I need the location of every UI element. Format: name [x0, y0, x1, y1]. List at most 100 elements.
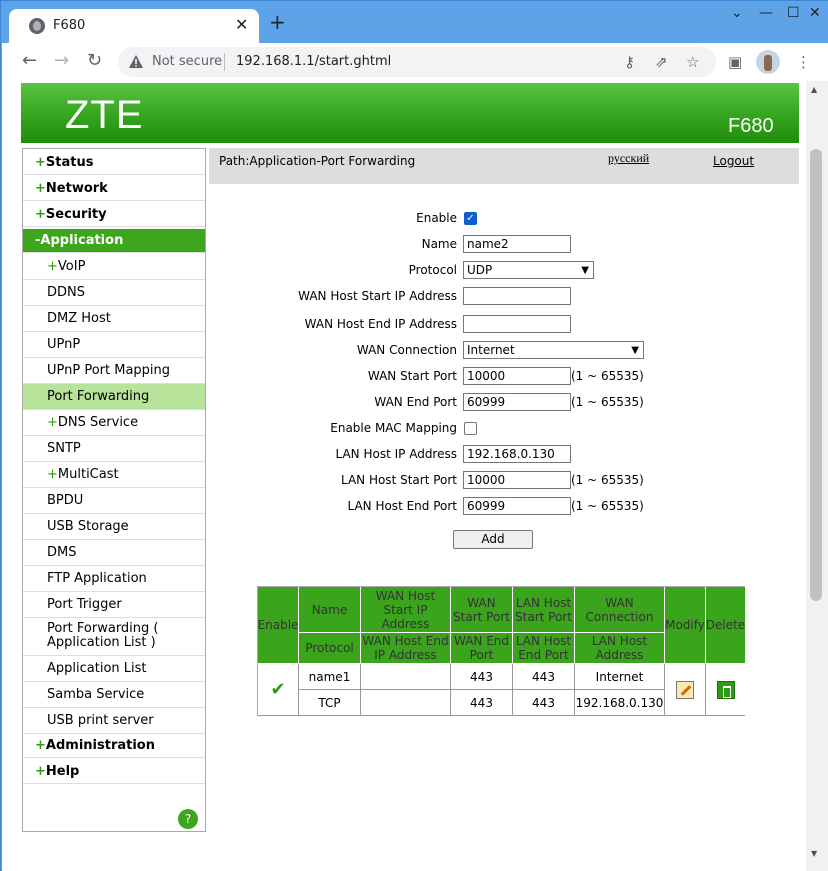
sidebar-subitem-dns-service[interactable]: +DNS Service: [23, 410, 205, 436]
sidebar-item-label: Port Trigger: [47, 597, 122, 612]
sidebar-subitem-upnp-port-mapping[interactable]: UPnP Port Mapping: [23, 358, 205, 384]
wan-start-port-input[interactable]: 10000: [463, 367, 571, 385]
wan-end-port-range: (1 ~ 65535): [571, 395, 644, 409]
sidebar-subitem-ddns[interactable]: DDNS: [23, 280, 205, 306]
wan-start-ip-input[interactable]: [463, 287, 571, 305]
mac-mapping-checkbox[interactable]: [464, 422, 477, 435]
minimize-icon[interactable]: —: [759, 5, 773, 21]
sidebar-item-label: Samba Service: [47, 687, 145, 702]
header-lan-address: LAN Host Address: [575, 633, 665, 664]
trash-icon[interactable]: [716, 680, 735, 699]
sidebar-item-security[interactable]: +Security: [23, 203, 205, 227]
window-close-icon[interactable]: ✕: [809, 5, 821, 21]
sidebar-subitem-usb-print-server[interactable]: USB print server: [23, 708, 205, 734]
row-wan-end-ip-cell: [361, 690, 451, 716]
help-icon[interactable]: ?: [178, 809, 198, 829]
sidebar-subitem-bpdu[interactable]: BPDU: [23, 488, 205, 514]
header-wan-end-port: WAN End Port: [451, 633, 513, 664]
sidebar-item-application[interactable]: -Application: [23, 229, 205, 253]
header-protocol: Protocol: [299, 633, 361, 664]
chevron-down-icon: ▼: [581, 265, 589, 276]
security-label[interactable]: Not secure: [152, 54, 222, 69]
menu-icon[interactable]: ⋮: [796, 53, 811, 71]
zte-banner: ZTE F680: [21, 83, 799, 143]
back-icon[interactable]: ←: [22, 51, 37, 71]
wan-end-ip-input[interactable]: [463, 315, 571, 333]
maximize-icon[interactable]: ☐: [787, 5, 800, 21]
sidebar-subitem-dmz-host[interactable]: DMZ Host: [23, 306, 205, 332]
sidebar-item-help[interactable]: +Help: [23, 760, 205, 784]
sidebar-subitem-usb-storage[interactable]: USB Storage: [23, 514, 205, 540]
new-tab-icon[interactable]: +: [269, 12, 286, 32]
lan-end-port-input[interactable]: 60999: [463, 497, 571, 515]
chevron-down-icon[interactable]: ⌄: [731, 5, 743, 21]
wan-connection-selected: Internet: [467, 343, 515, 357]
sidebar-icon[interactable]: ▣: [728, 53, 742, 71]
sidebar-item-label: DMS: [47, 545, 77, 560]
add-button[interactable]: Add: [453, 530, 533, 549]
browser-tab[interactable]: F680 ✕: [9, 9, 259, 43]
page-scrollbar[interactable]: ▲ ▼: [806, 81, 828, 871]
scrollbar-thumb[interactable]: [810, 149, 822, 601]
sidebar-item-label: FTP Application: [47, 571, 147, 586]
sidebar-subitem-upnp[interactable]: UPnP: [23, 332, 205, 358]
sidebar-item-label: UPnP: [47, 337, 81, 352]
sidebar-subitem-multicast[interactable]: +MultiCast: [23, 462, 205, 488]
sidebar-subitem-port-forwarding-app-list[interactable]: Port Forwarding ( Application List ): [23, 618, 205, 656]
sidebar-subitem-port-trigger[interactable]: Port Trigger: [23, 592, 205, 618]
sidebar-subitem-application-list[interactable]: Application List: [23, 656, 205, 682]
wan-end-ip-label: WAN Host End IP Address: [304, 317, 457, 331]
url-text[interactable]: 192.168.1.1/start.ghtml: [236, 54, 391, 69]
share-icon[interactable]: ⇗: [655, 53, 668, 71]
sidebar-subitem-sntp[interactable]: SNTP: [23, 436, 205, 462]
check-icon: ✔: [270, 679, 286, 700]
reload-icon[interactable]: ↻: [87, 51, 102, 71]
browser-toolbar: ← → ↻ Not secure 192.168.1.1/start.ghtml…: [2, 43, 828, 81]
enable-checkbox[interactable]: ✓: [464, 212, 477, 225]
expand-icon: +: [47, 415, 58, 430]
logout-link[interactable]: Logout: [713, 154, 754, 168]
wan-start-ip-label: WAN Host Start IP Address: [298, 289, 457, 303]
edit-icon[interactable]: [676, 680, 694, 699]
forward-icon[interactable]: →: [54, 51, 69, 71]
header-wan-end-ip: WAN Host End IP Address: [361, 633, 451, 664]
wan-connection-select[interactable]: Internet ▼: [463, 341, 644, 359]
wan-end-port-input[interactable]: 60999: [463, 393, 571, 411]
star-icon[interactable]: ☆: [686, 53, 699, 71]
sidebar-item-administration[interactable]: +Administration: [23, 734, 205, 758]
close-icon[interactable]: ✕: [235, 15, 248, 34]
header-wan-connection: WAN Connection: [575, 587, 665, 633]
sidebar-subitem-dms[interactable]: DMS: [23, 540, 205, 566]
address-bar[interactable]: Not secure 192.168.1.1/start.ghtml ⚷ ⇗ ☆: [118, 47, 716, 77]
lan-ip-input[interactable]: 192.168.0.130: [463, 445, 571, 463]
name-input[interactable]: name2: [463, 235, 571, 253]
row-name-cell: name1: [299, 664, 361, 690]
sidebar-subitem-voip[interactable]: +VoIP: [23, 254, 205, 280]
warning-icon[interactable]: [128, 54, 144, 69]
expand-icon: +: [47, 259, 58, 274]
sidebar-item-label: VoIP: [57, 259, 86, 274]
sidebar-item-network[interactable]: +Network: [23, 177, 205, 201]
sidebar-subitem-samba-service[interactable]: Samba Service: [23, 682, 205, 708]
lan-start-port-input[interactable]: 10000: [463, 471, 571, 489]
sidebar-item-label: Status: [45, 155, 94, 170]
scroll-down-icon[interactable]: ▼: [811, 849, 817, 858]
profile-avatar[interactable]: [756, 50, 780, 74]
sidebar-item-label: DNS Service: [57, 415, 139, 430]
sidebar-subitem-ftp-application[interactable]: FTP Application: [23, 566, 205, 592]
expand-icon: +: [35, 738, 46, 753]
language-link[interactable]: русский: [608, 151, 649, 166]
protocol-label: Protocol: [408, 263, 457, 277]
expand-icon: +: [35, 207, 46, 222]
header-modify: Modify: [665, 587, 706, 664]
sidebar-item-label: Application List: [47, 661, 147, 676]
sidebar-item-status[interactable]: +Status: [23, 151, 205, 175]
header-wan-start-ip: WAN Host Start IP Address: [361, 587, 451, 633]
row-wan-end-port-cell: 443: [451, 690, 513, 716]
key-icon[interactable]: ⚷: [624, 53, 635, 71]
browser-window: F680 ✕ + ⌄ — ☐ ✕ ← → ↻ Not secure 192.16…: [0, 0, 828, 871]
protocol-select[interactable]: UDP ▼: [463, 261, 594, 279]
sidebar-subitem-port-forwarding[interactable]: Port Forwarding: [23, 384, 205, 410]
wan-start-port-label: WAN Start Port: [367, 369, 457, 383]
scroll-up-icon[interactable]: ▲: [811, 85, 817, 94]
